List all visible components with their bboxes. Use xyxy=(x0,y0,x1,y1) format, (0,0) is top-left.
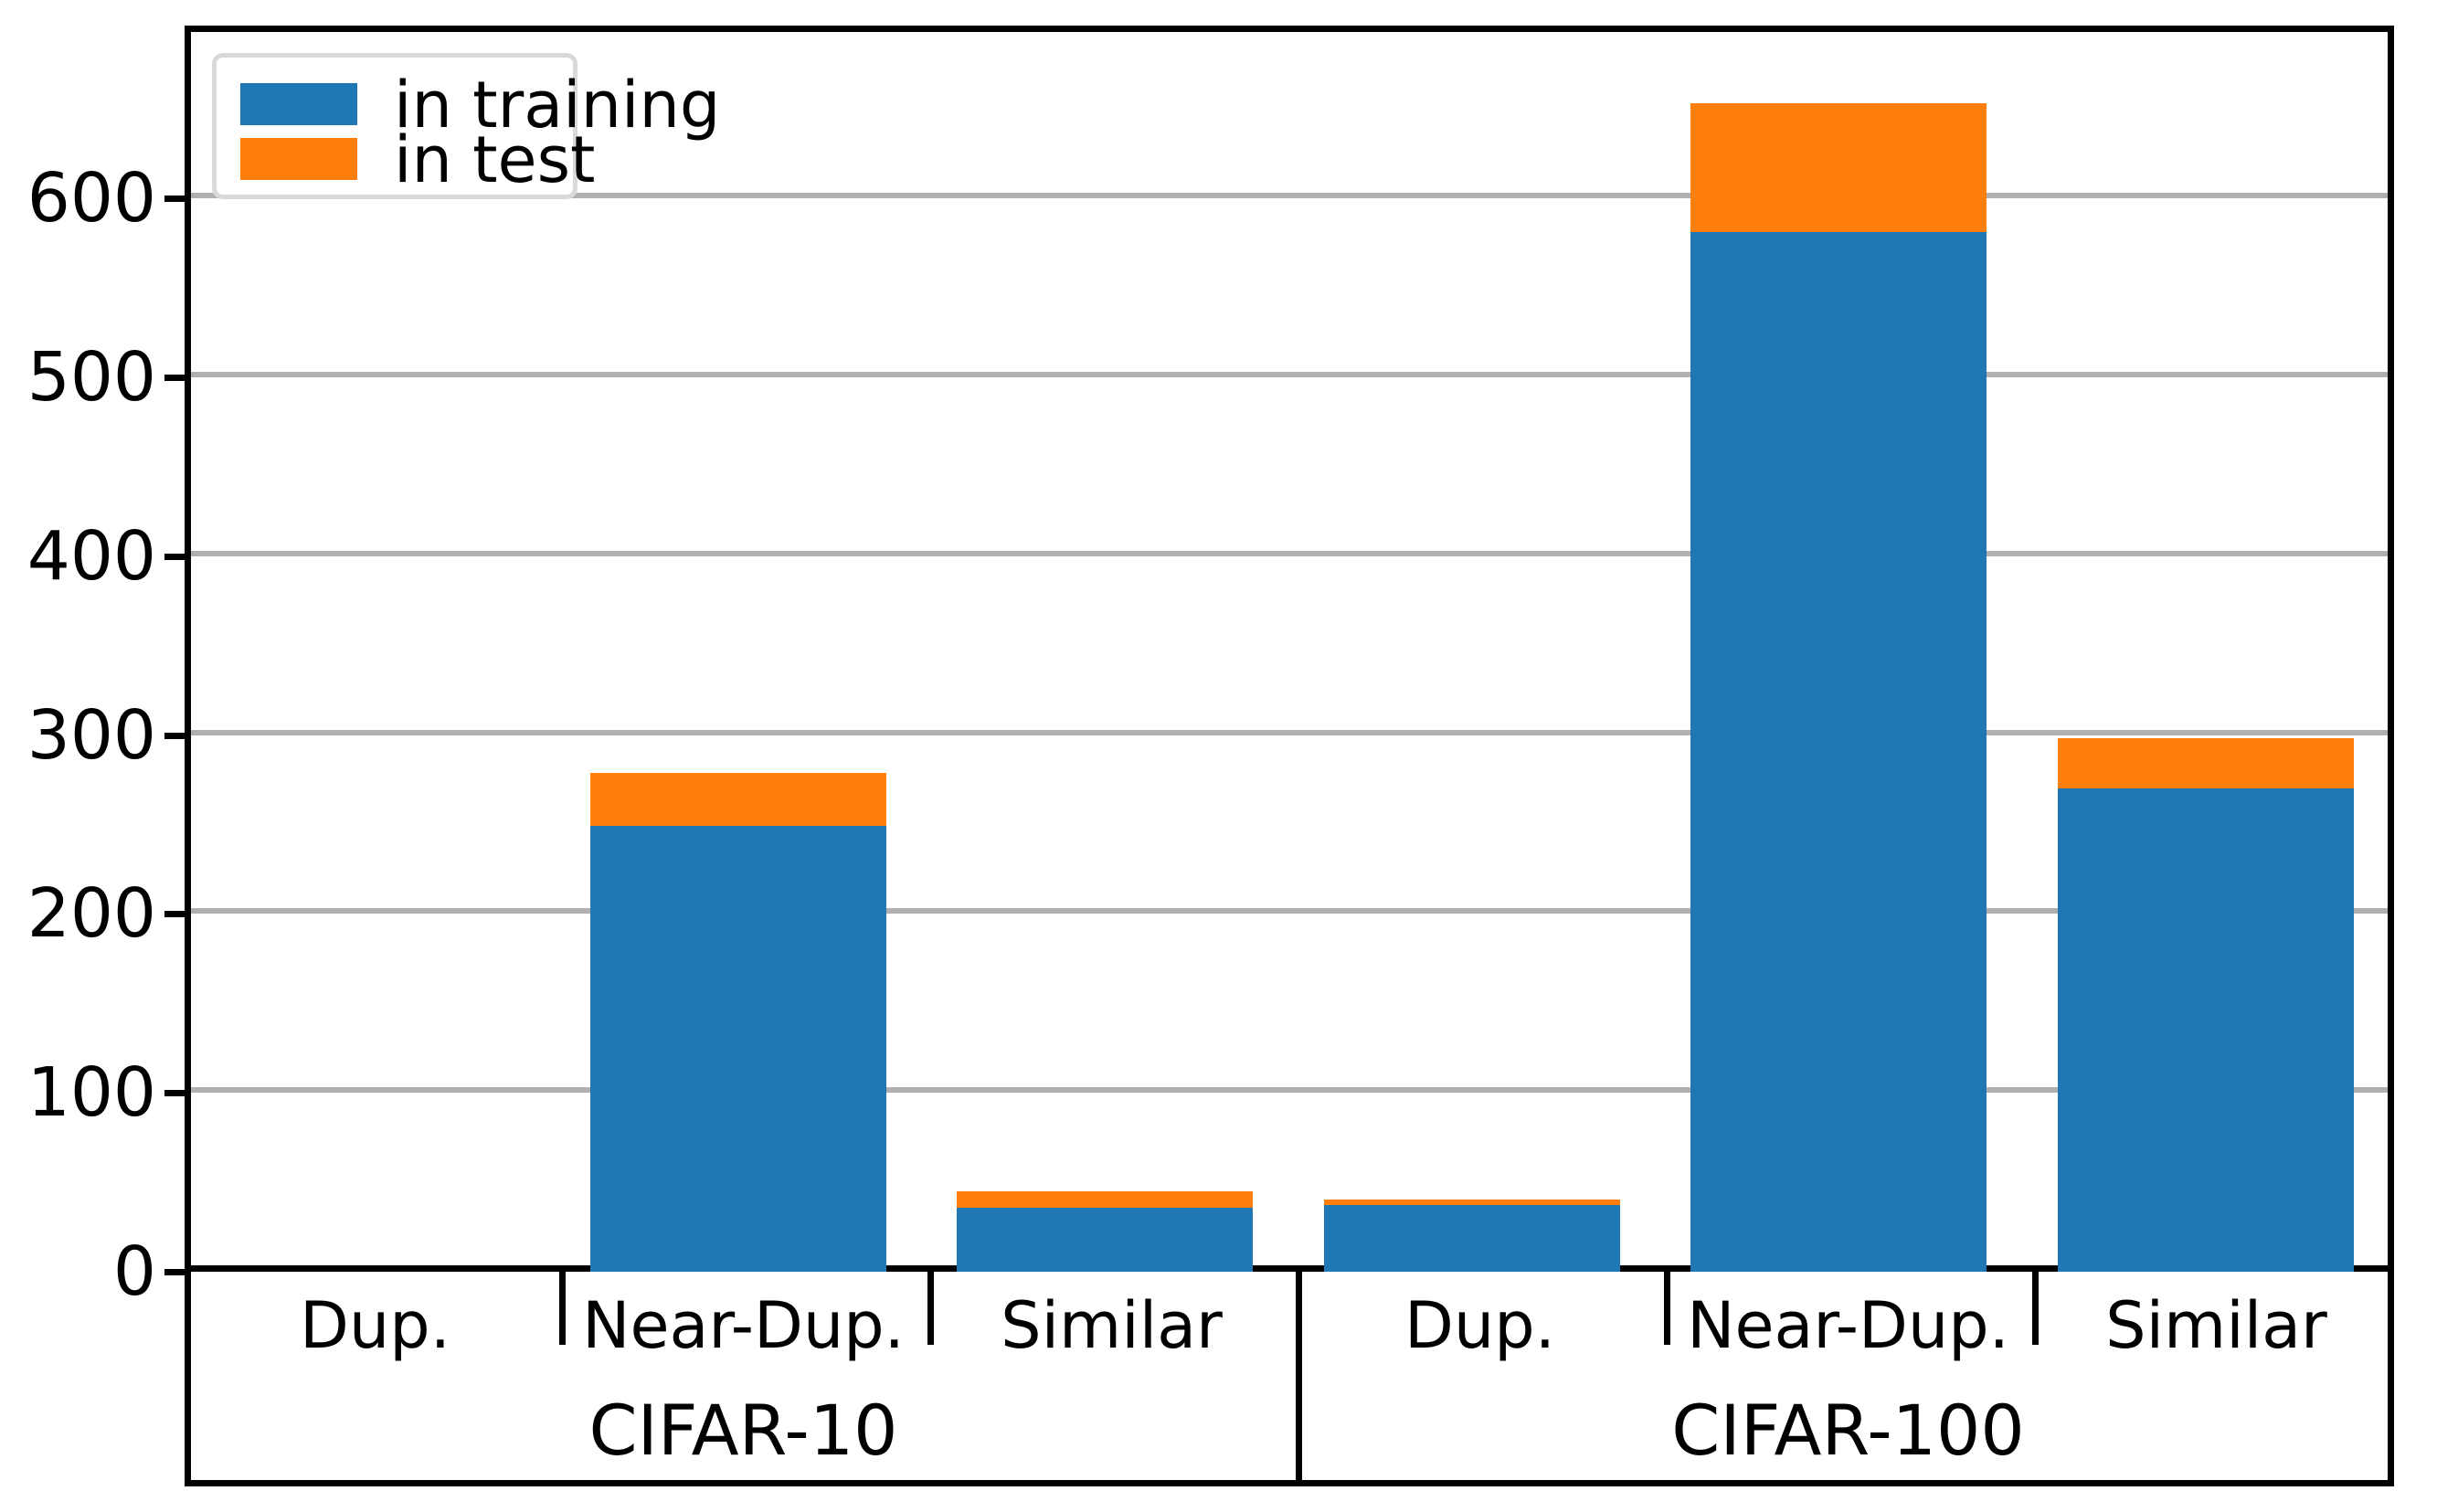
bar-segment-in-training xyxy=(1690,232,1987,1272)
bar-segment-in-training xyxy=(957,1208,1253,1272)
x-axis-group-band: Dup. Near-Dup. Similar Dup. Near-Dup. Si… xyxy=(185,1272,2394,1380)
bar-cifar100-near-dup xyxy=(1690,103,1987,1272)
y-tick-mark xyxy=(164,911,185,917)
bar-segment-in-test xyxy=(1324,1200,1620,1205)
y-tick-mark xyxy=(164,196,185,202)
legend-label: in test xyxy=(394,122,596,197)
y-tick-label: 400 xyxy=(26,517,156,596)
bar-segment-in-training xyxy=(2058,788,2354,1272)
x-group-label: Similar xyxy=(1001,1288,1223,1363)
gridline-300 xyxy=(191,730,2388,735)
y-tick-label: 0 xyxy=(112,1232,156,1311)
square-swatch-icon xyxy=(240,83,357,125)
bar-segment-in-training xyxy=(590,826,886,1272)
x-group-label: Dup. xyxy=(1404,1288,1555,1363)
y-tick-mark xyxy=(164,733,185,739)
y-tick-label: 500 xyxy=(26,338,156,417)
x-axis-dataset-band: CIFAR-10 CIFAR-100 xyxy=(185,1380,2394,1486)
bar-cifar100-similar xyxy=(2058,738,2354,1272)
bar-segment-in-test xyxy=(1690,103,1987,232)
x-dataset-label: CIFAR-100 xyxy=(1671,1389,2025,1471)
bar-cifar10-near-dup xyxy=(590,773,886,1272)
bar-segment-in-test xyxy=(957,1191,1253,1208)
x-group-label: Dup. xyxy=(300,1288,450,1363)
y-tick-label: 300 xyxy=(26,696,156,775)
y-tick-label: 100 xyxy=(26,1053,156,1132)
bar-cifar100-dup xyxy=(1324,1200,1620,1272)
square-swatch-icon xyxy=(240,138,357,180)
stacked-bar-chart-figure: 0 100 200 300 400 500 600 in training in… xyxy=(0,0,2437,1512)
x-dataset-label: CIFAR-10 xyxy=(588,1389,898,1471)
y-tick-mark xyxy=(164,554,185,560)
y-tick-mark xyxy=(164,375,185,381)
y-tick-mark xyxy=(164,1090,185,1096)
bar-segment-in-test xyxy=(590,773,886,826)
bar-segment-in-test xyxy=(2058,738,2354,788)
x-group-label: Near-Dup. xyxy=(582,1288,905,1363)
gridline-400 xyxy=(191,551,2388,556)
y-tick-mark xyxy=(164,1269,185,1275)
gridline-500 xyxy=(191,372,2388,377)
y-tick-label: 600 xyxy=(26,159,156,238)
x-group-label: Near-Dup. xyxy=(1687,1288,2009,1363)
legend: in training in test xyxy=(212,53,720,199)
x-group-label: Similar xyxy=(2105,1288,2327,1363)
y-tick-label: 200 xyxy=(26,874,156,953)
bar-segment-in-training xyxy=(1324,1205,1620,1272)
bar-cifar10-similar xyxy=(957,1191,1253,1272)
plot-area xyxy=(191,32,2388,1272)
